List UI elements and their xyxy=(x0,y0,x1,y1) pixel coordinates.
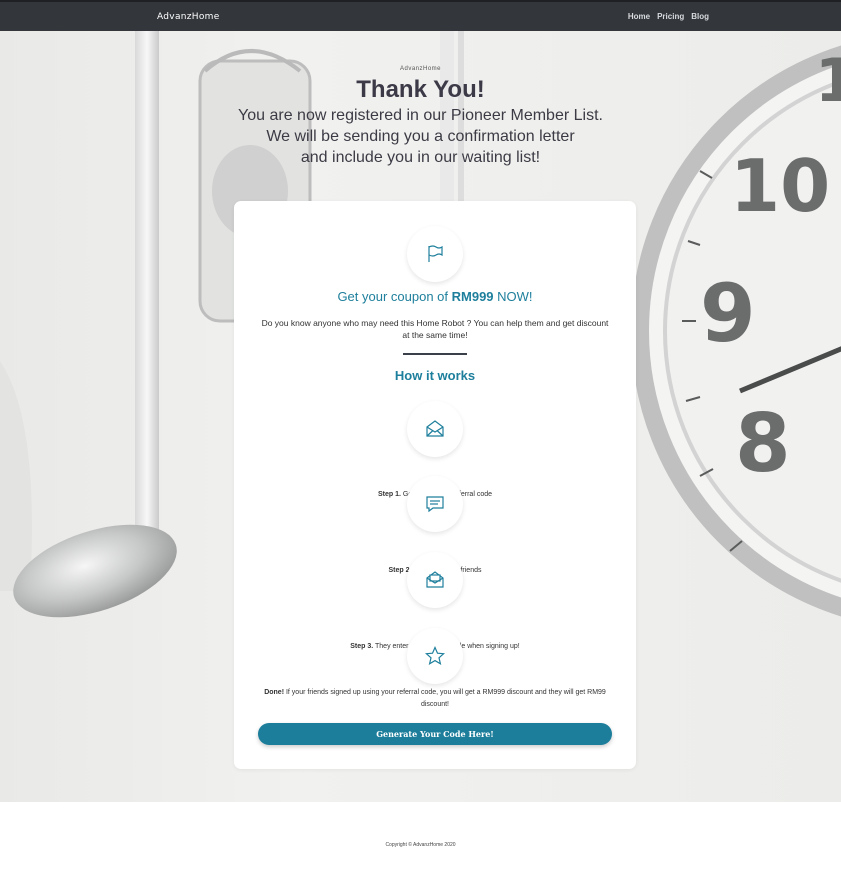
svg-text:8: 8 xyxy=(735,397,791,490)
step-done-label: Done! xyxy=(264,689,285,696)
brand-logo[interactable]: AdvanzHome xyxy=(157,12,220,22)
coupon-amount: RM999 xyxy=(451,289,494,304)
top-navbar: AdvanzHome Home Pricing Blog xyxy=(0,0,841,31)
step-done-desc: If your friends signed up using your ref… xyxy=(284,689,606,708)
coupon-prefix: Get your coupon of xyxy=(337,289,452,304)
page-title: Thank You! xyxy=(356,76,485,103)
coupon-suffix: NOW! xyxy=(493,289,533,304)
star-icon xyxy=(407,628,463,684)
nav-link-pricing[interactable]: Pricing xyxy=(657,12,684,21)
coupon-headline: Get your coupon of RM999 NOW! xyxy=(234,289,636,304)
hero-heading: AdvanzHome Thank You! You are now regist… xyxy=(0,66,841,167)
section-divider xyxy=(403,353,467,355)
hero-subtitle-line-3: and include you in our waiting list! xyxy=(300,149,541,166)
hero-subtitle-line-1: You are now registered in our Pioneer Me… xyxy=(238,107,603,124)
referral-card: Get your coupon of RM999 NOW! Do you kno… xyxy=(234,201,636,769)
hero-section: 10 9 8 1 AdvanzHome Thank You! You are n… xyxy=(0,31,841,802)
step-done-text: Done! If your friends signed up using yo… xyxy=(254,687,616,711)
step-1-label: Step 1. xyxy=(377,491,401,498)
nav-links: Home Pricing Blog xyxy=(628,12,709,21)
svg-text:9: 9 xyxy=(700,267,756,360)
nav-link-home[interactable]: Home xyxy=(628,12,650,21)
flag-icon xyxy=(407,226,463,282)
coupon-description: Do you know anyone who may need this Hom… xyxy=(261,318,609,340)
hero-subtitle-line-2: We will be sending you a confirmation le… xyxy=(266,128,575,145)
step-3-label: Step 3. xyxy=(350,643,374,650)
generate-code-button[interactable]: Generate Your Code Here! xyxy=(258,723,612,745)
how-it-works-title: How it works xyxy=(394,368,476,383)
envelope-icon xyxy=(407,401,463,457)
hero-mini-brand: AdvanzHome xyxy=(399,66,442,72)
nav-link-blog[interactable]: Blog xyxy=(691,12,709,21)
footer-copyright: Copyright © AdvanzHome 2020 xyxy=(385,842,456,848)
envelope-open-icon xyxy=(407,552,463,608)
chat-icon xyxy=(407,476,463,532)
